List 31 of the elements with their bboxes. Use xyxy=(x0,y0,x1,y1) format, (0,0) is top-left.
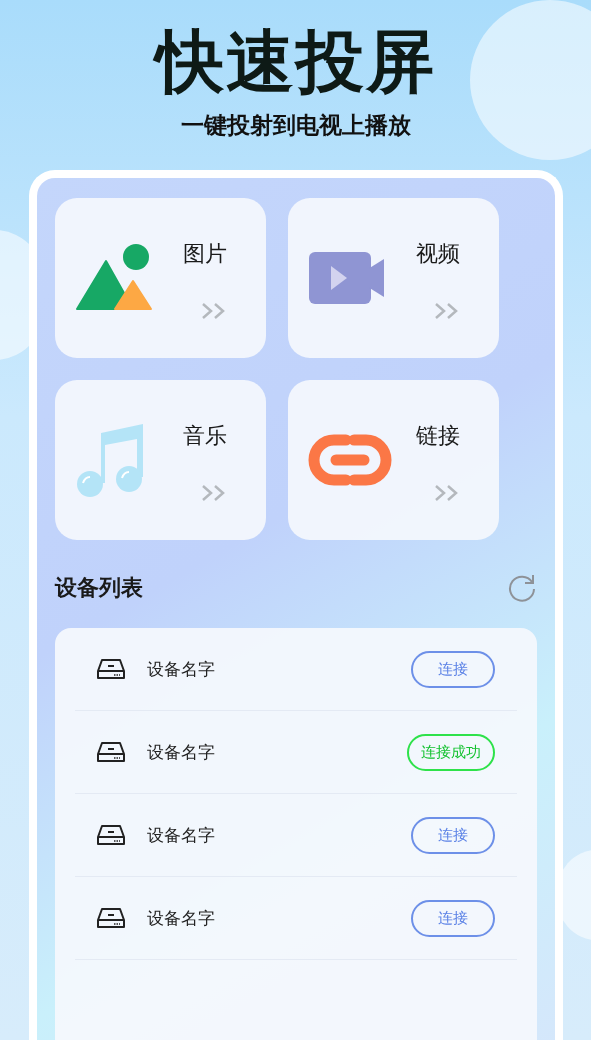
refresh-icon[interactable] xyxy=(506,573,537,603)
media-card[interactable]: 音乐 xyxy=(54,380,266,540)
media-card[interactable]: 视频 xyxy=(287,198,499,358)
connect-button[interactable]: 连接 xyxy=(410,650,495,688)
link-icon xyxy=(307,434,392,486)
app-title: 快速投屏 xyxy=(155,22,436,102)
hard-drive-icon xyxy=(96,741,125,763)
hard-drive-icon xyxy=(96,907,125,929)
card-label: 音乐 xyxy=(182,422,227,450)
music-note-icon xyxy=(74,423,145,497)
app-subtitle: 一键投射到电视上播放 xyxy=(180,111,411,140)
card-label: 视频 xyxy=(415,240,460,268)
hard-drive-icon xyxy=(96,824,125,846)
media-card[interactable]: 链接 xyxy=(287,380,499,540)
connect-button[interactable]: 连接 xyxy=(410,816,495,854)
card-label: 图片 xyxy=(182,240,227,268)
double-chevron-icon xyxy=(200,484,227,502)
media-card[interactable]: 图片 xyxy=(54,198,266,358)
double-chevron-icon xyxy=(433,302,460,320)
double-chevron-icon xyxy=(200,302,227,320)
device-name: 设备名字 xyxy=(146,657,216,681)
connect-button[interactable]: 连接 xyxy=(410,899,495,937)
section-title: 设备列表 xyxy=(54,574,143,602)
device-name: 设备名字 xyxy=(146,823,216,847)
device-name: 设备名字 xyxy=(146,740,216,764)
device-name: 设备名字 xyxy=(146,906,216,930)
hard-drive-icon xyxy=(96,658,125,680)
double-chevron-icon xyxy=(433,484,460,502)
mountain-image-icon xyxy=(74,243,155,313)
video-camera-icon xyxy=(307,251,386,305)
card-label: 链接 xyxy=(415,422,460,450)
